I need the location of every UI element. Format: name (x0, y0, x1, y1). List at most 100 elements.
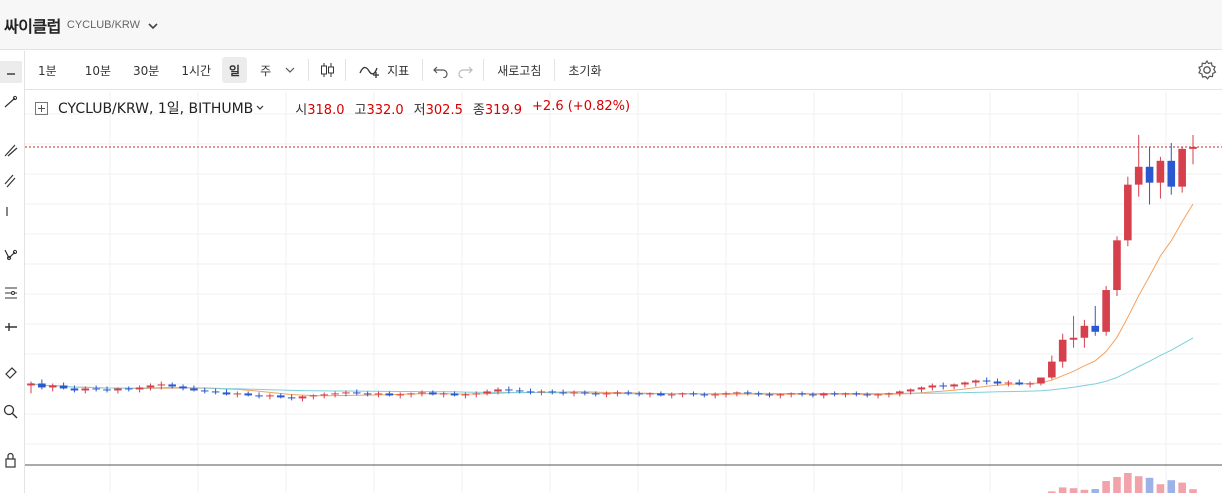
price-chart[interactable]: CYCLUB/KRW, 1일, BITHUMB 시318.0 고332.0 저3… (25, 91, 1222, 493)
zoom-tool-icon[interactable] (0, 401, 22, 423)
candle-body (852, 393, 861, 395)
chart-grid (25, 91, 1222, 493)
candle (222, 389, 231, 396)
candle (124, 386, 133, 392)
indicator-button[interactable]: 지표 (352, 57, 416, 83)
candle-body (38, 383, 46, 388)
coin-name: 싸이클럽 (4, 16, 61, 36)
candle-style-icon[interactable] (315, 57, 339, 83)
volume-bar (1178, 482, 1186, 493)
candle-body (352, 392, 361, 394)
eraser-tool-icon[interactable] (0, 361, 22, 383)
candle-body (494, 389, 502, 392)
candle-body (114, 388, 122, 391)
fib-tool-icon[interactable] (0, 281, 22, 303)
candle-body (1156, 160, 1165, 183)
candle (689, 391, 698, 397)
candle-body (548, 391, 557, 393)
open-label: 시 (295, 102, 308, 118)
candle (613, 390, 622, 397)
trendline-tool-icon[interactable] (0, 91, 22, 113)
pattern-tool-icon[interactable] (0, 243, 22, 265)
volume-bar (1145, 477, 1154, 493)
candle-body (1189, 146, 1197, 149)
chevron-down-icon[interactable] (278, 57, 302, 83)
lock-tool-icon[interactable] (0, 449, 22, 471)
candle (678, 392, 687, 398)
channel-tool-icon[interactable] (0, 169, 22, 191)
candle (928, 383, 937, 391)
candle-body (765, 394, 774, 396)
redo-icon[interactable] (453, 57, 477, 83)
candle-body (961, 382, 969, 385)
measure-tool-icon[interactable] (0, 315, 22, 337)
candle-body (1102, 290, 1110, 332)
interval-1min-button[interactable]: 1분 (31, 57, 64, 83)
candle-body (657, 393, 665, 396)
candle (255, 392, 263, 399)
chart-legend: CYCLUB/KRW, 1일, BITHUMB 시318.0 고332.0 저3… (35, 98, 630, 118)
candle-body (581, 392, 589, 394)
moving-average-lines (30, 203, 1194, 397)
candle (244, 391, 252, 397)
candle (1058, 333, 1067, 368)
candle-body (244, 393, 252, 396)
candle-body (526, 391, 535, 393)
candle (374, 391, 383, 398)
candle (483, 389, 491, 396)
candle-body (396, 394, 405, 396)
candle (1124, 176, 1132, 247)
coin-header[interactable]: 싸이클럽 CYCLUB/KRW (0, 0, 1222, 50)
chevron-down-icon[interactable] (146, 18, 160, 32)
candle (320, 392, 329, 399)
candle-body (1048, 361, 1056, 378)
symbol-label[interactable]: CYCLUB/KRW, 1일, BITHUMB (58, 98, 253, 118)
refresh-button[interactable]: 새로고침 (490, 57, 548, 83)
interval-week-button[interactable]: 주 (253, 57, 278, 83)
candle-body (928, 385, 937, 388)
pitchfork-tool-icon[interactable] (0, 139, 22, 161)
candle-body (1015, 382, 1024, 385)
candle-body (667, 394, 676, 396)
reset-button[interactable]: 초기화 (561, 57, 608, 83)
candle-body (298, 396, 307, 399)
high-value: 332.0 (366, 102, 404, 118)
candle-body (1069, 337, 1078, 340)
expand-legend-icon[interactable] (35, 101, 48, 115)
candles (27, 134, 1197, 402)
candle-body (450, 393, 459, 396)
candle-body (700, 394, 709, 396)
candle-body (1134, 166, 1143, 185)
candle (211, 388, 220, 395)
volume-bar (1102, 481, 1110, 493)
candle-body (939, 385, 948, 387)
candle-body (179, 386, 187, 389)
ma-long-line (30, 337, 1194, 395)
candle (559, 389, 567, 396)
candlestick-chart[interactable] (25, 91, 1222, 493)
interval-1hour-button[interactable]: 1시간 (174, 57, 218, 83)
candle (657, 391, 665, 397)
crosshair-tool-icon[interactable] (0, 61, 22, 83)
candle-body (950, 384, 958, 387)
candle-body (439, 393, 448, 395)
brush-tool-icon[interactable] (0, 201, 22, 223)
undo-icon[interactable] (429, 57, 453, 83)
interval-10min-button[interactable]: 10분 (78, 57, 118, 83)
interval-30min-button[interactable]: 30분 (126, 57, 166, 83)
candle-body (646, 393, 654, 395)
candle-body (635, 393, 643, 395)
gear-icon[interactable] (1196, 59, 1218, 81)
candle-body (190, 388, 198, 391)
candle-body (418, 392, 426, 394)
candle (396, 392, 405, 399)
candle-body (200, 390, 209, 392)
candle (743, 390, 752, 396)
candle-body (906, 389, 915, 392)
candle-body (363, 393, 372, 395)
interval-day-button[interactable]: 일 (222, 57, 248, 83)
toolbar-divider (483, 59, 485, 81)
candle-body (461, 394, 470, 396)
candle (287, 394, 296, 401)
chevron-down-icon[interactable] (255, 103, 265, 113)
